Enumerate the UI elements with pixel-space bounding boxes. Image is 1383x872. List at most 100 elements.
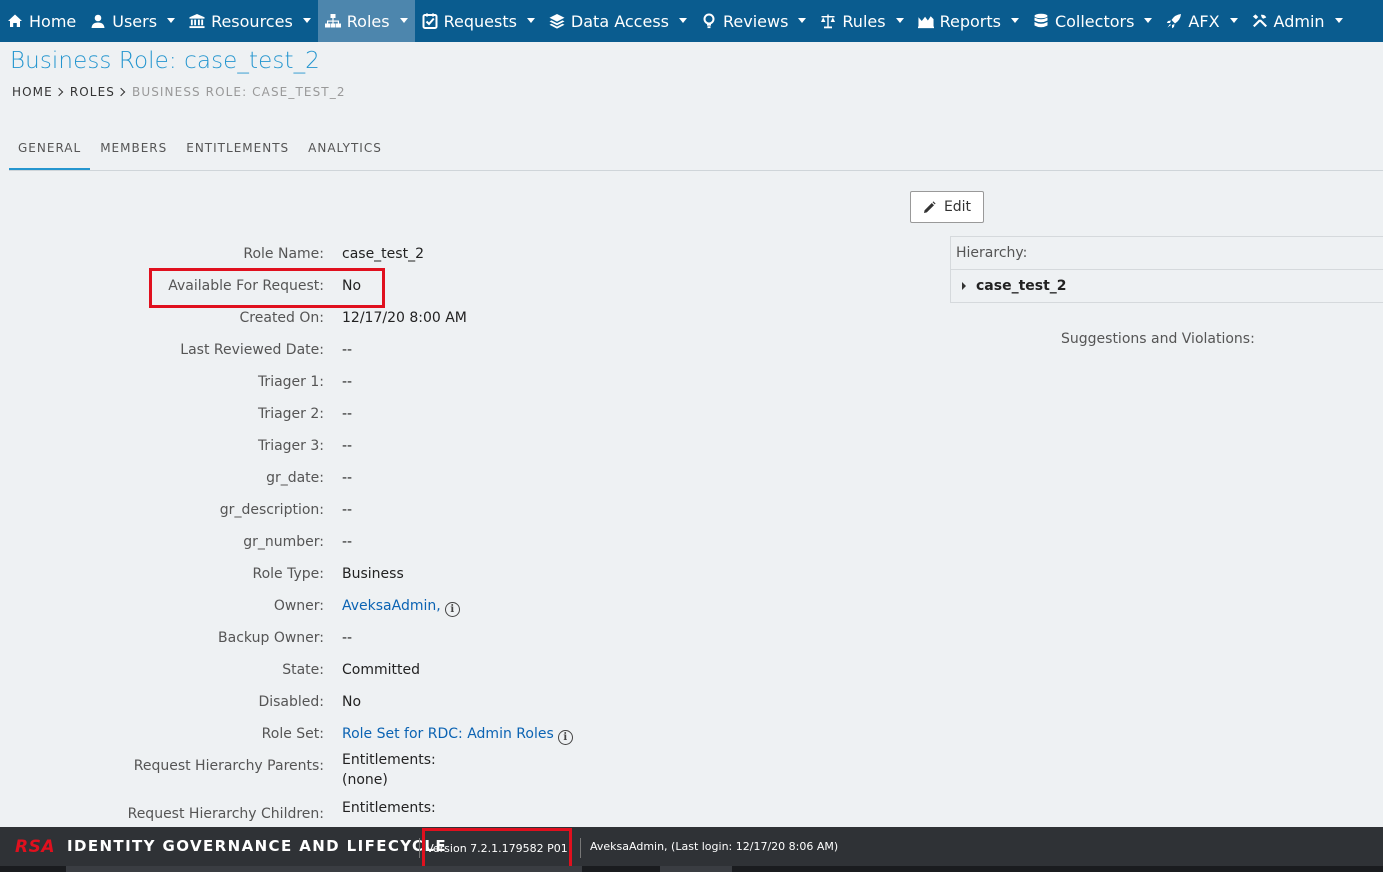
field-value-text: Committed <box>342 662 420 678</box>
field-row-role-set: Role Set: Role Set for RDC: Admin Roles i <box>0 718 900 750</box>
nav-reviews[interactable]: Reviews <box>694 0 813 42</box>
field-value-text: Entitlements: <box>342 800 436 816</box>
field-row-gr-number: gr_number: -- <box>0 526 900 558</box>
field-value-owner[interactable]: AveksaAdmin, i <box>342 598 460 617</box>
breadcrumb-home[interactable]: HOME <box>12 85 53 99</box>
caret-down-icon[interactable] <box>678 17 687 23</box>
info-icon[interactable]: i <box>444 602 460 617</box>
top-nav: Home Users Resources Roles Requests Data Acce… <box>0 0 1383 42</box>
breadcrumb-roles[interactable]: ROLES <box>70 85 115 99</box>
nav-afx[interactable]: AFX <box>1159 0 1244 42</box>
field-label: gr_date: <box>266 470 324 486</box>
field-value-gr-number: -- <box>342 534 352 550</box>
nav-resources[interactable]: Resources <box>182 0 318 42</box>
footer-strip <box>0 866 1383 872</box>
user-login-info: AveksaAdmin, (Last login: 12/17/20 8:06 … <box>590 840 839 853</box>
field-row-triager-3: Triager 3: -- <box>0 430 900 462</box>
field-value-text: 12/17/20 8:00 AM <box>342 310 467 326</box>
rsa-logo: RSA <box>15 837 55 857</box>
tab-general[interactable]: GENERAL <box>9 130 91 170</box>
caret-down-icon[interactable] <box>1229 17 1238 23</box>
taskbar-segment <box>660 866 732 872</box>
info-icon[interactable]: i <box>557 730 573 745</box>
taskbar-segment <box>66 866 582 872</box>
field-value-created-on: 12/17/20 8:00 AM <box>342 310 467 326</box>
field-value-role-set[interactable]: Role Set for RDC: Admin Roles i <box>342 726 573 745</box>
nav-requests[interactable]: Requests <box>415 0 542 42</box>
edit-button-label: Edit <box>943 199 972 215</box>
checklist-icon <box>422 13 438 29</box>
tab-bar: GENERAL MEMBERS ENTITLEMENTS ANALYTICS <box>9 130 1383 171</box>
field-row-role-name: Role Name: case_test_2 <box>0 238 900 270</box>
building-icon <box>189 13 205 29</box>
field-value-text: -- <box>342 534 353 550</box>
role-properties: Role Name: case_test_2 Available For Reque… <box>0 238 900 846</box>
field-value-triager-2: -- <box>342 406 352 422</box>
nav-rules[interactable]: Rules <box>813 0 910 42</box>
rocket-icon <box>1166 13 1182 29</box>
caret-down-icon[interactable] <box>1334 17 1343 23</box>
nav-users[interactable]: Users <box>83 0 182 42</box>
footer-divider <box>580 838 581 858</box>
caret-down-icon[interactable] <box>302 17 311 23</box>
chevron-right-icon <box>116 87 126 97</box>
nav-roles[interactable]: Roles <box>317 0 415 42</box>
scales-icon <box>820 13 836 29</box>
nav-label: Roles <box>346 11 390 31</box>
field-row-disabled: Disabled: No <box>0 686 900 718</box>
field-value-text: Entitlements: <box>342 752 436 768</box>
field-value-text: Business <box>342 566 404 582</box>
hierarchy-node-label: case_test_2 <box>976 278 1067 294</box>
nav-label: Home <box>29 11 77 31</box>
field-label: Request Hierarchy Children: <box>127 806 324 822</box>
field-value-triager-1: -- <box>342 374 352 390</box>
field-label: Triager 1: <box>257 374 324 390</box>
layers-icon <box>549 13 565 29</box>
nav-admin[interactable]: Admin <box>1245 0 1350 42</box>
caret-down-icon[interactable] <box>1010 17 1019 23</box>
nav-home[interactable]: Home <box>0 0 83 42</box>
caret-down-icon[interactable] <box>798 17 807 23</box>
field-value-text: AveksaAdmin, <box>342 598 441 614</box>
field-value-role-name: case_test_2 <box>342 246 424 262</box>
nav-label: Admin <box>1273 11 1325 31</box>
field-value-text: -- <box>342 438 353 454</box>
caret-down-icon[interactable] <box>895 17 904 23</box>
field-label: gr_description: <box>219 502 324 518</box>
field-row-request-hierarchy-parents: Request Hierarchy Parents: Entitlements: (… <box>0 750 900 798</box>
tab-entitlements[interactable]: ENTITLEMENTS <box>177 130 298 170</box>
caret-down-icon[interactable] <box>1144 17 1153 23</box>
expand-triangle-icon[interactable] <box>962 282 966 290</box>
field-value-text: case_test_2 <box>342 246 424 262</box>
sitemap-icon <box>324 13 341 29</box>
caret-down-icon[interactable] <box>399 17 408 23</box>
highlight-annotation-box <box>149 268 385 308</box>
field-value-text: -- <box>342 470 353 486</box>
edit-button[interactable]: Edit <box>910 191 984 223</box>
field-row-created-on: Created On: 12/17/20 8:00 AM <box>0 302 900 334</box>
hierarchy-heading: Hierarchy: <box>951 237 1383 270</box>
field-label: Triager 3: <box>257 438 324 454</box>
nav-label: Users <box>112 11 158 31</box>
nav-data-access[interactable]: Data Access <box>542 0 694 42</box>
field-value-triager-3: -- <box>342 438 352 454</box>
field-value-text: -- <box>342 342 353 358</box>
field-value-text: No <box>342 694 362 710</box>
chart-icon <box>917 13 934 29</box>
user-icon <box>90 13 106 29</box>
nav-collectors[interactable]: Collectors <box>1026 0 1159 42</box>
field-value-backup-owner: -- <box>342 630 352 646</box>
field-row-gr-description: gr_description: -- <box>0 494 900 526</box>
hierarchy-node[interactable]: case_test_2 <box>951 270 1383 303</box>
field-value-request-hierarchy-parents: Entitlements: (none) <box>342 750 436 790</box>
caret-down-icon[interactable] <box>167 17 176 23</box>
caret-down-icon[interactable] <box>526 17 535 23</box>
field-row-available-for-request: Available For Request: No <box>0 270 900 302</box>
field-value-gr-date: -- <box>342 470 352 486</box>
tab-members[interactable]: MEMBERS <box>91 130 176 170</box>
nav-label: Requests <box>443 11 517 31</box>
tab-analytics[interactable]: ANALYTICS <box>299 130 391 170</box>
nav-label: AFX <box>1188 11 1220 31</box>
field-label: Last Reviewed Date: <box>180 342 324 358</box>
nav-reports[interactable]: Reports <box>911 0 1026 42</box>
